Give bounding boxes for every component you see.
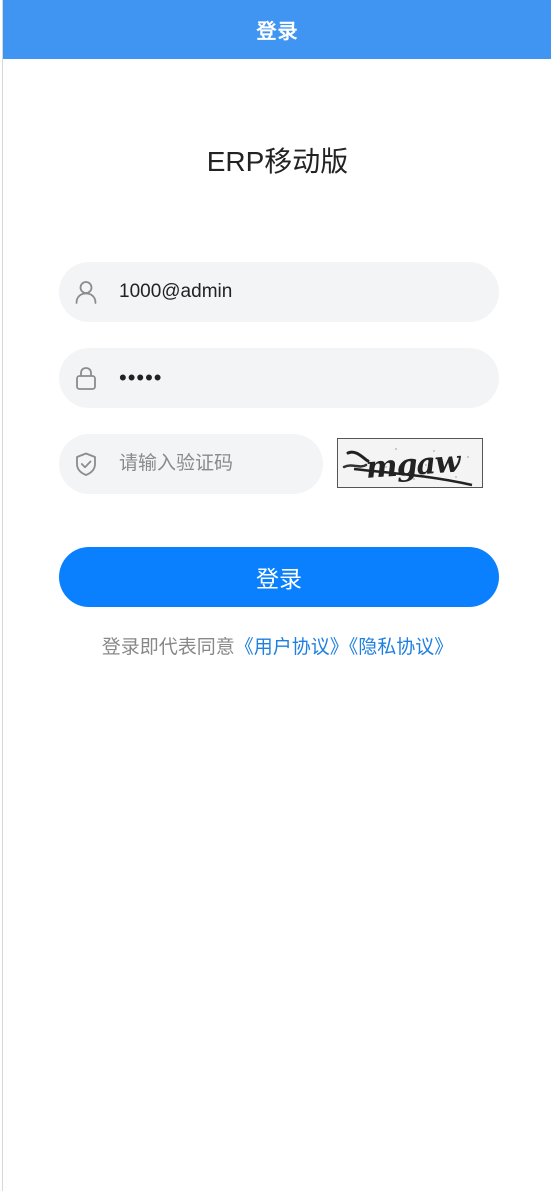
user-agreement-link[interactable]: 《用户协议》 bbox=[235, 637, 349, 658]
captcha-image-graphic: mgaw bbox=[338, 439, 482, 487]
password-input[interactable] bbox=[119, 348, 479, 408]
user-icon bbox=[75, 281, 97, 304]
lock-icon bbox=[76, 367, 96, 390]
login-page: 登录 ERP移动版 1000@admin ••••• 请输入验证码 mgaw 登… bbox=[2, 0, 551, 1191]
username-input[interactable] bbox=[119, 262, 479, 322]
captcha-input[interactable] bbox=[119, 434, 303, 494]
navbar-title: 登录 bbox=[256, 21, 299, 43]
shield-check-icon bbox=[76, 452, 96, 476]
login-button[interactable]: 登录 bbox=[59, 547, 499, 607]
agreement-text: 登录即代表同意《用户协议》《隐私协议》 bbox=[3, 633, 551, 663]
navbar: 登录 bbox=[3, 0, 551, 59]
agreement-prefix: 登录即代表同意 bbox=[101, 637, 235, 658]
app-title: ERP移动版 bbox=[206, 146, 349, 177]
captcha-field[interactable] bbox=[59, 434, 323, 494]
password-field[interactable] bbox=[59, 348, 499, 408]
username-field[interactable] bbox=[59, 262, 499, 322]
captcha-image[interactable]: mgaw bbox=[337, 438, 483, 488]
privacy-policy-link[interactable]: 《隐私协议》 bbox=[349, 637, 454, 658]
